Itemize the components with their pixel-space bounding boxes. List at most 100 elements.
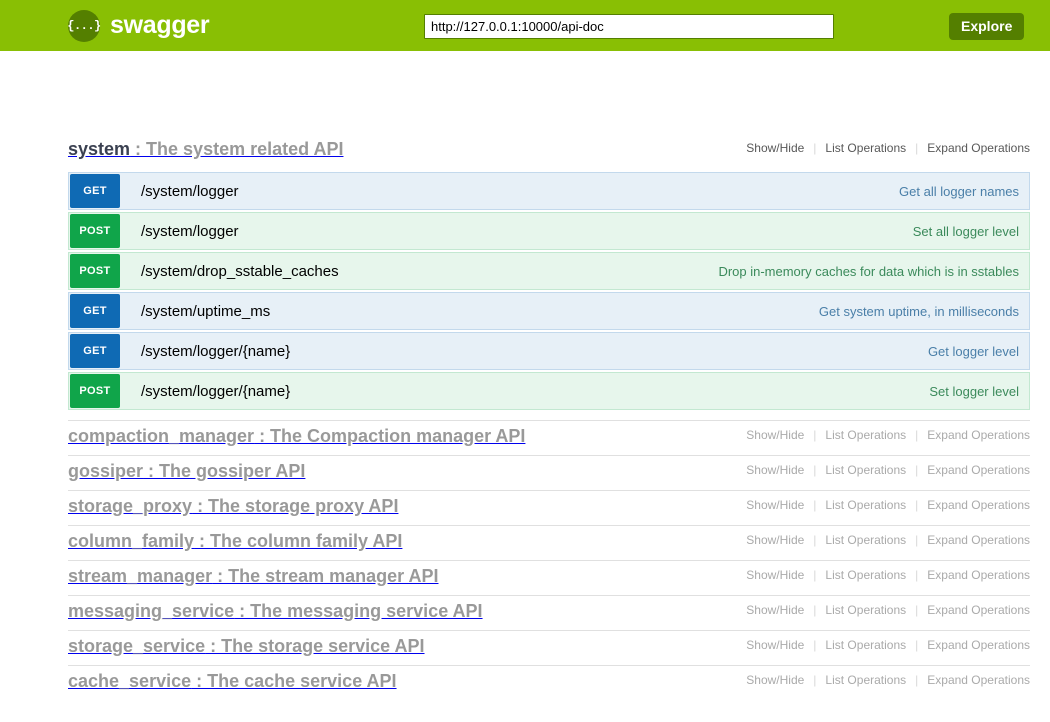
expand-operations-link[interactable]: Expand Operations	[918, 568, 1030, 582]
swagger-braces-icon: {...}	[68, 10, 100, 42]
top-header-bar: {...} swagger Explore	[0, 0, 1050, 51]
show-hide-link[interactable]: Show/Hide	[737, 463, 813, 477]
operation-row[interactable]: GET/system/loggerGet all logger names	[68, 172, 1030, 210]
resource-name: gossiper	[68, 461, 143, 481]
resource-name: column_family	[68, 531, 194, 551]
resource-name: compaction_manager	[68, 426, 254, 446]
expand-operations-link[interactable]: Expand Operations	[918, 428, 1030, 442]
expand-operations-link[interactable]: Expand Operations	[918, 603, 1030, 617]
operation-row[interactable]: GET/system/uptime_msGet system uptime, i…	[68, 292, 1030, 330]
resource-name: storage_service	[68, 636, 205, 656]
resource-section-system: system : The system related API Show/Hide…	[68, 134, 1030, 420]
resource-options: Show/Hide|List Operations|Expand Operati…	[737, 498, 1030, 512]
operation-path[interactable]: /system/logger/{name}	[121, 373, 929, 409]
operation-row[interactable]: POST/system/logger/{name}Set logger leve…	[68, 372, 1030, 410]
http-method-badge: GET	[70, 174, 120, 208]
resource-options: Show/Hide|List Operations|Expand Operati…	[737, 141, 1030, 155]
resource-section-column_family: column_family : The column family API Sho…	[68, 525, 1030, 560]
operation-list: GET/system/loggerGet all logger namesPOS…	[68, 172, 1030, 410]
show-hide-link[interactable]: Show/Hide	[737, 428, 813, 442]
resource-title-link[interactable]: storage_proxy : The storage proxy API	[68, 491, 398, 521]
resource-header: compaction_manager : The Compaction mana…	[68, 421, 1030, 455]
resource-options: Show/Hide|List Operations|Expand Operati…	[737, 603, 1030, 617]
list-operations-link[interactable]: List Operations	[816, 673, 915, 687]
swagger-logo-link[interactable]: {...} swagger	[68, 10, 209, 42]
operation-path[interactable]: /system/logger	[121, 173, 899, 209]
resource-section-gossiper: gossiper : The gossiper APIShow/Hide|Lis…	[68, 455, 1030, 490]
list-operations-link[interactable]: List Operations	[816, 533, 915, 547]
operation-row[interactable]: POST/system/drop_sstable_cachesDrop in-m…	[68, 252, 1030, 290]
resource-title-link[interactable]: messaging_service : The messaging servic…	[68, 596, 483, 626]
resource-options: Show/Hide|List Operations|Expand Operati…	[737, 428, 1030, 442]
resource-options: Show/Hide|List Operations|Expand Operati…	[737, 673, 1030, 687]
api-resource-list: system : The system related API Show/Hide…	[0, 51, 1050, 700]
resource-title-link[interactable]: column_family : The column family API	[68, 526, 402, 556]
resource-description: : The stream manager API	[212, 566, 438, 586]
resource-title-link[interactable]: cache_service : The cache service API	[68, 666, 397, 696]
explore-button[interactable]: Explore	[949, 13, 1024, 40]
expand-operations-link[interactable]: Expand Operations	[918, 463, 1030, 477]
resource-name: system	[68, 139, 130, 159]
resource-description: : The system related API	[130, 139, 343, 159]
operation-summary: Drop in-memory caches for data which is …	[718, 253, 1029, 289]
list-operations-link[interactable]: List Operations	[816, 568, 915, 582]
resource-section-cache_service: cache_service : The cache service API Sho…	[68, 665, 1030, 700]
expand-operations-link[interactable]: Expand Operations	[918, 141, 1030, 155]
expand-operations-link[interactable]: Expand Operations	[918, 498, 1030, 512]
resource-description: : The column family API	[194, 531, 402, 551]
list-operations-link[interactable]: List Operations	[816, 428, 915, 442]
api-doc-url-input[interactable]	[424, 14, 834, 39]
resource-name: storage_proxy	[68, 496, 192, 516]
operation-summary: Get logger level	[928, 333, 1029, 369]
show-hide-link[interactable]: Show/Hide	[737, 568, 813, 582]
operation-summary: Get all logger names	[899, 173, 1029, 209]
resource-title-link[interactable]: storage_service : The storage service AP…	[68, 631, 425, 661]
show-hide-link[interactable]: Show/Hide	[737, 141, 813, 155]
resource-header: stream_manager : The stream manager API S…	[68, 561, 1030, 595]
expand-operations-link[interactable]: Expand Operations	[918, 673, 1030, 687]
operation-path[interactable]: /system/drop_sstable_caches	[121, 253, 718, 289]
expand-operations-link[interactable]: Expand Operations	[918, 638, 1030, 652]
resource-header: messaging_service : The messaging servic…	[68, 596, 1030, 630]
resource-name: cache_service	[68, 671, 191, 691]
resource-section-storage_service: storage_service : The storage service AP…	[68, 630, 1030, 665]
resource-options: Show/Hide|List Operations|Expand Operati…	[737, 568, 1030, 582]
resource-title-link[interactable]: stream_manager : The stream manager API	[68, 561, 439, 591]
http-method-badge: GET	[70, 334, 120, 368]
resource-header: system : The system related API Show/Hide…	[68, 134, 1030, 168]
resource-title-link[interactable]: system : The system related API	[68, 134, 343, 164]
resource-header: storage_proxy : The storage proxy API Sho…	[68, 491, 1030, 525]
resource-name: messaging_service	[68, 601, 234, 621]
list-operations-link[interactable]: List Operations	[816, 463, 915, 477]
list-operations-link[interactable]: List Operations	[816, 603, 915, 617]
list-operations-link[interactable]: List Operations	[816, 638, 915, 652]
expand-operations-link[interactable]: Expand Operations	[918, 533, 1030, 547]
operation-row[interactable]: GET/system/logger/{name}Get logger level	[68, 332, 1030, 370]
resource-description: : The messaging service API	[234, 601, 482, 621]
resource-section-compaction_manager: compaction_manager : The Compaction mana…	[68, 420, 1030, 455]
show-hide-link[interactable]: Show/Hide	[737, 673, 813, 687]
show-hide-link[interactable]: Show/Hide	[737, 533, 813, 547]
section-spacer	[68, 412, 1030, 420]
resource-options: Show/Hide|List Operations|Expand Operati…	[737, 533, 1030, 547]
operation-summary: Get system uptime, in milliseconds	[819, 293, 1029, 329]
operation-row[interactable]: POST/system/loggerSet all logger level	[68, 212, 1030, 250]
operation-path[interactable]: /system/uptime_ms	[121, 293, 819, 329]
operation-path[interactable]: /system/logger/{name}	[121, 333, 928, 369]
list-operations-link[interactable]: List Operations	[816, 498, 915, 512]
resource-section-storage_proxy: storage_proxy : The storage proxy API Sho…	[68, 490, 1030, 525]
resource-section-messaging_service: messaging_service : The messaging servic…	[68, 595, 1030, 630]
http-method-badge: GET	[70, 294, 120, 328]
show-hide-link[interactable]: Show/Hide	[737, 603, 813, 617]
resource-description: : The Compaction manager API	[254, 426, 525, 446]
resource-header: gossiper : The gossiper APIShow/Hide|Lis…	[68, 456, 1030, 490]
show-hide-link[interactable]: Show/Hide	[737, 638, 813, 652]
resource-title-link[interactable]: gossiper : The gossiper API	[68, 456, 305, 486]
resource-description: : The gossiper API	[143, 461, 305, 481]
list-operations-link[interactable]: List Operations	[816, 141, 915, 155]
resource-description: : The storage proxy API	[192, 496, 398, 516]
http-method-badge: POST	[70, 214, 120, 248]
resource-title-link[interactable]: compaction_manager : The Compaction mana…	[68, 421, 525, 451]
operation-path[interactable]: /system/logger	[121, 213, 913, 249]
show-hide-link[interactable]: Show/Hide	[737, 498, 813, 512]
